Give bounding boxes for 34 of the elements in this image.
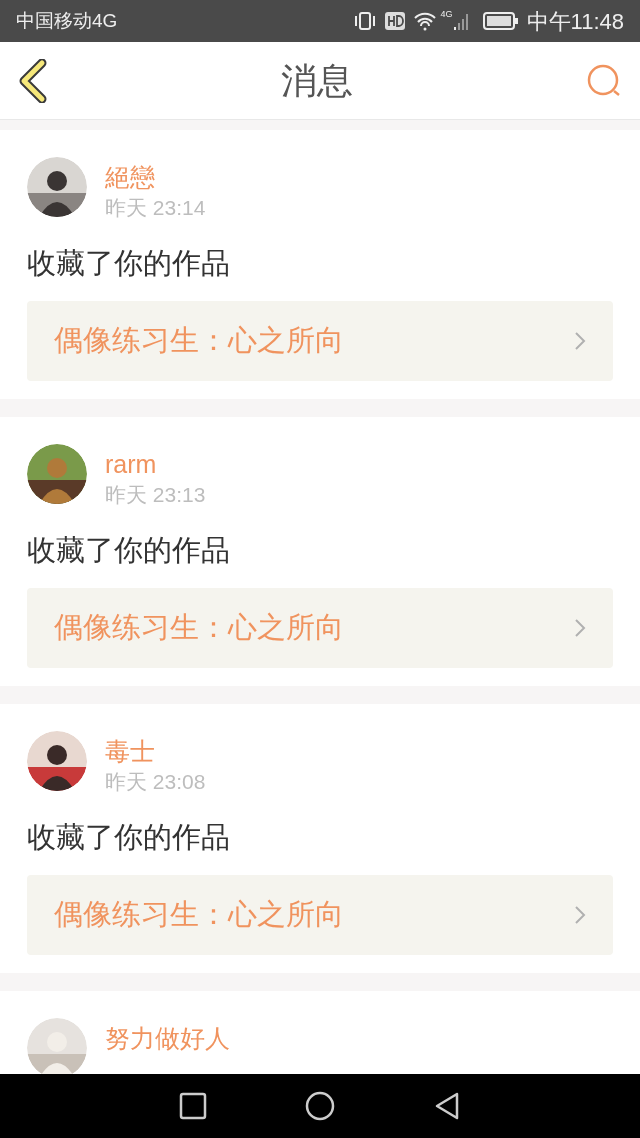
chevron-right-icon — [574, 905, 586, 925]
circle-icon — [305, 1091, 335, 1121]
clock: 中午11:48 — [526, 7, 624, 36]
work-link[interactable]: 偶像练习生：心之所向 — [27, 301, 613, 381]
message-time: 昨天 23:14 — [105, 195, 206, 221]
work-link[interactable]: 偶像练习生：心之所向 — [27, 588, 613, 668]
back-button[interactable] — [18, 58, 48, 103]
back-nav-button[interactable] — [433, 1091, 461, 1121]
message-time: 昨天 23:08 — [105, 769, 206, 795]
search-icon — [586, 62, 622, 99]
signal-icon — [452, 11, 471, 31]
back-icon — [18, 58, 48, 103]
page-title: 消息 — [281, 58, 353, 103]
user-name[interactable]: 絕戀 — [105, 161, 206, 193]
user-name[interactable]: rarm — [105, 448, 206, 480]
square-icon — [179, 1092, 207, 1120]
chevron-right-icon — [574, 331, 586, 351]
recents-button[interactable] — [179, 1092, 207, 1120]
triangle-icon — [433, 1091, 461, 1121]
user-name[interactable]: 努力做好人 — [105, 1022, 230, 1054]
message-text: 收藏了你的作品 — [27, 246, 231, 281]
hd-icon — [384, 12, 405, 30]
vibrate-icon — [352, 11, 377, 31]
message-text: 收藏了你的作品 — [27, 533, 231, 568]
wifi-icon — [412, 11, 437, 31]
message-time: 昨天 23:13 — [105, 482, 206, 508]
message-text: 收藏了你的作品 — [27, 820, 231, 855]
work-link[interactable]: 偶像练习生：心之所向 — [27, 875, 613, 955]
chevron-right-icon — [574, 618, 586, 638]
home-button[interactable] — [305, 1091, 335, 1121]
network-type: 4G — [440, 8, 453, 21]
battery-icon — [482, 12, 519, 30]
carrier: 中国移动4G — [16, 8, 118, 33]
user-name[interactable]: 毒士 — [105, 735, 206, 767]
